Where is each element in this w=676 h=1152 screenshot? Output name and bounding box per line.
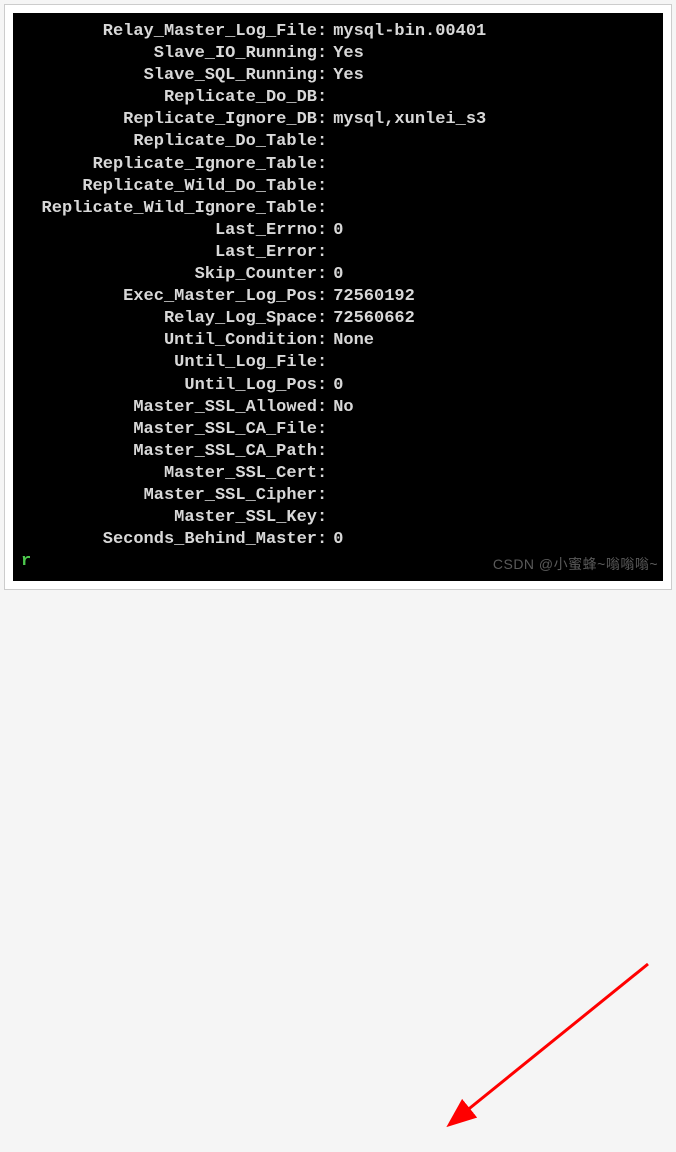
status-value: 0 [333,529,343,551]
status-row: Until_Log_Pos: 0 [17,375,659,397]
colon-separator: : [317,87,333,109]
status-row: Skip_Counter: 0 [17,264,659,286]
status-row: Master_SSL_CA_File: [17,419,659,441]
status-label: Replicate_Do_DB [17,87,317,109]
status-value: Yes [333,65,364,87]
status-row: Replicate_Ignore_Table: [17,154,659,176]
colon-separator: : [317,352,333,374]
colon-separator: : [317,397,333,419]
status-label: Master_SSL_CA_Path [17,441,317,463]
status-label: Skip_Counter [17,264,317,286]
status-value: 0 [333,220,343,242]
status-label: Until_Log_Pos [17,375,317,397]
status-label: Replicate_Ignore_Table [17,154,317,176]
status-row: Relay_Master_Log_File: mysql-bin.00401 [17,21,659,43]
status-label: Relay_Master_Log_File [17,21,317,43]
status-label: Last_Errno [17,220,317,242]
colon-separator: : [317,375,333,397]
colon-separator: : [317,419,333,441]
colon-separator: : [317,43,333,65]
status-label: Relay_Log_Space [17,308,317,330]
colon-separator: : [317,176,333,198]
status-row: Replicate_Wild_Do_Table: [17,176,659,198]
status-row: Relay_Log_Space: 72560662 [17,308,659,330]
status-label: Slave_IO_Running [17,43,317,65]
colon-separator: : [317,485,333,507]
status-value: 0 [333,264,343,286]
status-row: Last_Errno: 0 [17,220,659,242]
status-label: Replicate_Do_Table [17,131,317,153]
status-value: 72560192 [333,286,415,308]
status-row: Replicate_Do_Table: [17,131,659,153]
status-row: Seconds_Behind_Master: 0 [17,529,659,551]
colon-separator: : [317,154,333,176]
colon-separator: : [317,131,333,153]
annotation-arrow [0,594,676,1152]
status-label: Seconds_Behind_Master [17,529,317,551]
status-label: Master_SSL_Key [17,507,317,529]
status-row: Replicate_Do_DB: [17,87,659,109]
status-row: Slave_SQL_Running: Yes [17,65,659,87]
colon-separator: : [317,529,333,551]
status-value: 72560662 [333,308,415,330]
status-row: Master_SSL_Key: [17,507,659,529]
status-row: Master_SSL_Allowed: No [17,397,659,419]
status-value: No [333,397,353,419]
colon-separator: : [317,109,333,131]
terminal-window: Relay_Master_Log_File: mysql-bin.00401Sl… [4,4,672,590]
status-label: Replicate_Wild_Ignore_Table [17,198,317,220]
status-label: Master_SSL_CA_File [17,419,317,441]
colon-separator: : [317,507,333,529]
status-row: Master_SSL_CA_Path: [17,441,659,463]
status-label: Until_Log_File [17,352,317,374]
colon-separator: : [317,330,333,352]
status-label: Replicate_Ignore_DB [17,109,317,131]
colon-separator: : [317,220,333,242]
status-label: Exec_Master_Log_Pos [17,286,317,308]
status-row: Master_SSL_Cert: [17,463,659,485]
colon-separator: : [317,264,333,286]
status-label: Replicate_Wild_Do_Table [17,176,317,198]
watermark-text: CSDN @小蜜蜂~嗡嗡嗡~ [493,554,658,574]
colon-separator: : [317,286,333,308]
status-row: Master_SSL_Cipher: [17,485,659,507]
status-value: None [333,330,374,352]
colon-separator: : [317,463,333,485]
status-row: Replicate_Wild_Ignore_Table: [17,198,659,220]
colon-separator: : [317,21,333,43]
status-label: Until_Condition [17,330,317,352]
status-value: mysql-bin.00401 [333,21,486,43]
status-row: Replicate_Ignore_DB: mysql,xunlei_s3 [17,109,659,131]
status-row: Last_Error: [17,242,659,264]
colon-separator: : [317,441,333,463]
colon-separator: : [317,242,333,264]
status-value: mysql,xunlei_s3 [333,109,486,131]
status-value: Yes [333,43,364,65]
status-row: Until_Condition: None [17,330,659,352]
status-value: 0 [333,375,343,397]
status-row: Exec_Master_Log_Pos: 72560192 [17,286,659,308]
status-label: Master_SSL_Allowed [17,397,317,419]
status-label: Master_SSL_Cipher [17,485,317,507]
status-row: Slave_IO_Running: Yes [17,43,659,65]
status-row: Until_Log_File: [17,352,659,374]
colon-separator: : [317,308,333,330]
terminal-output[interactable]: Relay_Master_Log_File: mysql-bin.00401Sl… [13,13,663,581]
status-label: Last_Error [17,242,317,264]
colon-separator: : [317,198,333,220]
colon-separator: : [317,65,333,87]
status-label: Master_SSL_Cert [17,463,317,485]
status-label: Slave_SQL_Running [17,65,317,87]
